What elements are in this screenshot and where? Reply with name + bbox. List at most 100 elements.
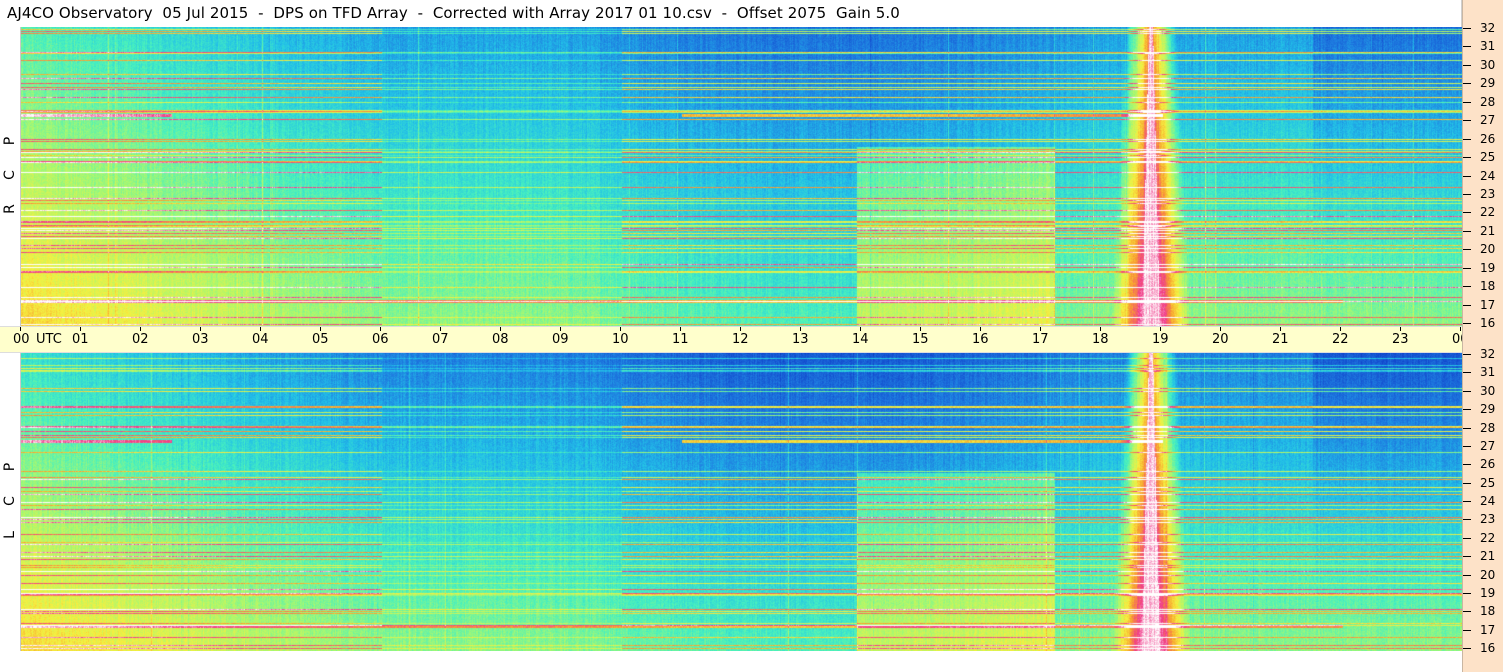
- time-label: 12: [732, 332, 749, 347]
- frequency-tick: [1463, 28, 1471, 29]
- time-label: 19: [1152, 332, 1169, 347]
- time-label: 21: [1272, 332, 1289, 347]
- time-label: 05: [312, 332, 329, 347]
- frequency-label: 31: [1480, 39, 1496, 53]
- frequency-label: 29: [1480, 402, 1496, 416]
- frequency-label: 26: [1480, 132, 1496, 146]
- time-tick: [1280, 327, 1281, 331]
- page-title: AJ4CO Observatory 05 Jul 2015 - DPS on T…: [7, 4, 900, 22]
- frequency-label: 28: [1480, 421, 1496, 435]
- rcp-letter-c: C: [2, 170, 18, 180]
- frequency-tick: [1463, 268, 1471, 269]
- bottom-margin: [0, 651, 1462, 672]
- time-label: 06: [372, 332, 389, 347]
- time-tick: [740, 327, 741, 331]
- frequency-label: 17: [1480, 623, 1496, 637]
- frequency-tick: [1463, 556, 1471, 557]
- frequency-label: 19: [1480, 586, 1496, 600]
- frequency-tick: [1463, 305, 1471, 306]
- lcp-spectrogram-panel: [20, 353, 1463, 651]
- time-tick: [500, 327, 501, 331]
- frequency-tick: [1463, 372, 1471, 373]
- frequency-label: 21: [1480, 224, 1496, 238]
- time-label: 22: [1332, 332, 1349, 347]
- time-tick: [800, 327, 801, 331]
- frequency-label: 26: [1480, 457, 1496, 471]
- frequency-label: 16: [1480, 641, 1496, 655]
- time-tick: [320, 327, 321, 331]
- frequency-label: 27: [1480, 439, 1496, 453]
- frequency-tick: [1463, 176, 1471, 177]
- time-tick: [80, 327, 81, 331]
- frequency-tick: [1463, 323, 1471, 324]
- time-label: 17: [1032, 332, 1049, 347]
- title-bar: AJ4CO Observatory 05 Jul 2015 - DPS on T…: [0, 0, 1462, 27]
- frequency-label: 21: [1480, 549, 1496, 563]
- frequency-label: 17: [1480, 298, 1496, 312]
- rcp-letter-r: R: [2, 204, 18, 214]
- frequency-label: 24: [1480, 169, 1496, 183]
- time-label: 07: [432, 332, 449, 347]
- time-tick: [680, 327, 681, 331]
- frequency-tick: [1463, 231, 1471, 232]
- time-tick: [200, 327, 201, 331]
- frequency-label: 22: [1480, 205, 1496, 219]
- time-tick: [1400, 327, 1401, 331]
- frequency-tick: [1463, 446, 1471, 447]
- time-label: 18: [1092, 332, 1109, 347]
- lcp-label-strip: P C L: [0, 353, 20, 651]
- time-label: 10: [612, 332, 629, 347]
- time-label: 08: [492, 332, 509, 347]
- time-tick: [140, 327, 141, 331]
- lcp-letter-p: P: [2, 462, 18, 472]
- time-tick: [1160, 327, 1161, 331]
- time-tick: [380, 327, 381, 331]
- time-tick: [920, 327, 921, 331]
- time-label: 13: [792, 332, 809, 347]
- frequency-label: 30: [1480, 384, 1496, 398]
- frequency-tick: [1463, 249, 1471, 250]
- time-label: 16: [972, 332, 989, 347]
- time-tick: [980, 327, 981, 331]
- frequency-label: 28: [1480, 95, 1496, 109]
- frequency-tick: [1463, 139, 1471, 140]
- frequency-label: 25: [1480, 476, 1496, 490]
- time-tick: [860, 327, 861, 331]
- frequency-label: 30: [1480, 58, 1496, 72]
- frequency-label: 32: [1480, 21, 1496, 35]
- frequency-tick: [1463, 157, 1471, 158]
- spectrogram-window: AJ4CO Observatory 05 Jul 2015 - DPS on T…: [0, 0, 1503, 672]
- frequency-label: 23: [1480, 187, 1496, 201]
- frequency-label: 29: [1480, 76, 1496, 90]
- frequency-tick: [1463, 464, 1471, 465]
- frequency-axis: 32 31 30 29 28 27 26 25 24 23 22 21 20 19 18 17 16 32 31 30…: [1462, 0, 1503, 672]
- frequency-label: 23: [1480, 512, 1496, 526]
- frequency-label: 18: [1480, 279, 1496, 293]
- time-label: 00: [13, 332, 30, 347]
- time-label: 03: [192, 332, 209, 347]
- frequency-label: 32: [1480, 347, 1496, 361]
- time-tick: [20, 327, 21, 331]
- frequency-tick: [1463, 83, 1471, 84]
- frequency-label: 24: [1480, 494, 1496, 508]
- frequency-tick: [1463, 391, 1471, 392]
- rcp-label-strip: P C R: [0, 27, 20, 326]
- time-label: 15: [912, 332, 929, 347]
- time-tick: [260, 327, 261, 331]
- frequency-label: 25: [1480, 150, 1496, 164]
- frequency-label: 19: [1480, 261, 1496, 275]
- time-tick: [1220, 327, 1221, 331]
- frequency-tick: [1463, 354, 1471, 355]
- frequency-label: 20: [1480, 242, 1496, 256]
- frequency-tick: [1463, 501, 1471, 502]
- frequency-tick: [1463, 120, 1471, 121]
- frequency-tick: [1463, 65, 1471, 66]
- frequency-tick: [1463, 519, 1471, 520]
- frequency-tick: [1463, 483, 1471, 484]
- rcp-spectrogram-panel: [20, 27, 1463, 326]
- time-tick: [1100, 327, 1101, 331]
- frequency-label: 31: [1480, 365, 1496, 379]
- frequency-tick: [1463, 286, 1471, 287]
- time-label: 14: [852, 332, 869, 347]
- frequency-tick: [1463, 575, 1471, 576]
